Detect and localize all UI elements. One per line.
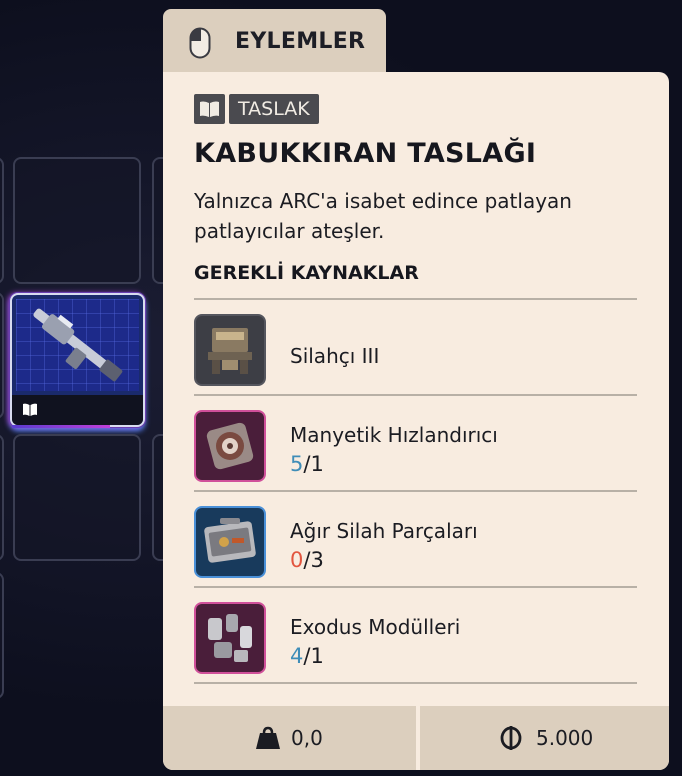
inventory-slot[interactable] (13, 434, 141, 561)
requirement-have: 4 (290, 644, 304, 668)
actions-tab[interactable]: EYLEMLER (163, 9, 386, 79)
requirement-count: 4/1 (290, 644, 324, 668)
actions-tab-label: EYLEMLER (235, 29, 366, 54)
item-stats-footer: 0,0 5.000 (163, 706, 669, 770)
requirement-need: /3 (303, 548, 324, 572)
inventory-slot-selected[interactable] (10, 293, 145, 427)
requirement-count: 0/3 (290, 548, 324, 572)
inventory-slot[interactable] (0, 157, 4, 284)
rarity-bar (12, 425, 110, 428)
requirement-row: Ağır Silah Parçaları 0/3 (194, 492, 637, 588)
requirement-need: /1 (303, 644, 324, 668)
weapon-parts-case-icon (194, 506, 266, 578)
requirement-row: Silahçı III (194, 300, 637, 396)
weight-value: 0,0 (291, 726, 323, 750)
inventory-slot[interactable] (0, 292, 4, 419)
item-tooltip-card: TASLAK KABUKKIRAN TASLAĞI Yalnızca ARC'a… (163, 72, 669, 770)
requirement-need: /1 (303, 452, 324, 476)
inventory-slot[interactable] (0, 572, 4, 699)
category-badge: TASLAK (229, 94, 319, 124)
inventory-slot[interactable] (0, 434, 4, 561)
requirement-row: Exodus Modülleri 4/1 (194, 588, 637, 684)
requirement-name: Ağır Silah Parçaları (290, 519, 478, 543)
magnetic-accelerator-icon (194, 410, 266, 482)
blueprint-book-icon (22, 402, 38, 421)
item-description: Yalnızca ARC'a isabet edince patlayan pa… (194, 189, 572, 243)
requirement-name: Silahçı III (290, 344, 380, 368)
requirement-have: 0 (290, 548, 304, 572)
exodus-modules-icon (194, 602, 266, 674)
mouse-icon (189, 27, 211, 63)
divider (194, 682, 637, 684)
requirement-have: 5 (290, 452, 304, 476)
requirement-name: Exodus Modülleri (290, 615, 461, 639)
requirement-count: 5/1 (290, 452, 324, 476)
value-stat: 5.000 (420, 706, 669, 770)
item-title: KABUKKIRAN TASLAĞI (194, 138, 537, 169)
value-amount: 5.000 (536, 726, 594, 750)
weight-stat: 0,0 (163, 706, 416, 770)
inventory-slot[interactable] (13, 157, 141, 284)
requirements-heading: GEREKLİ KAYNAKLAR (194, 262, 419, 284)
coin-icon (500, 726, 522, 754)
weight-icon (255, 726, 281, 754)
workbench-icon (194, 314, 266, 386)
shotgun-blueprint-icon (16, 299, 139, 391)
requirement-name: Manyetik Hızlandırıcı (290, 423, 498, 447)
blueprint-book-icon (194, 94, 225, 124)
requirement-row: Manyetik Hızlandırıcı 5/1 (194, 396, 637, 492)
